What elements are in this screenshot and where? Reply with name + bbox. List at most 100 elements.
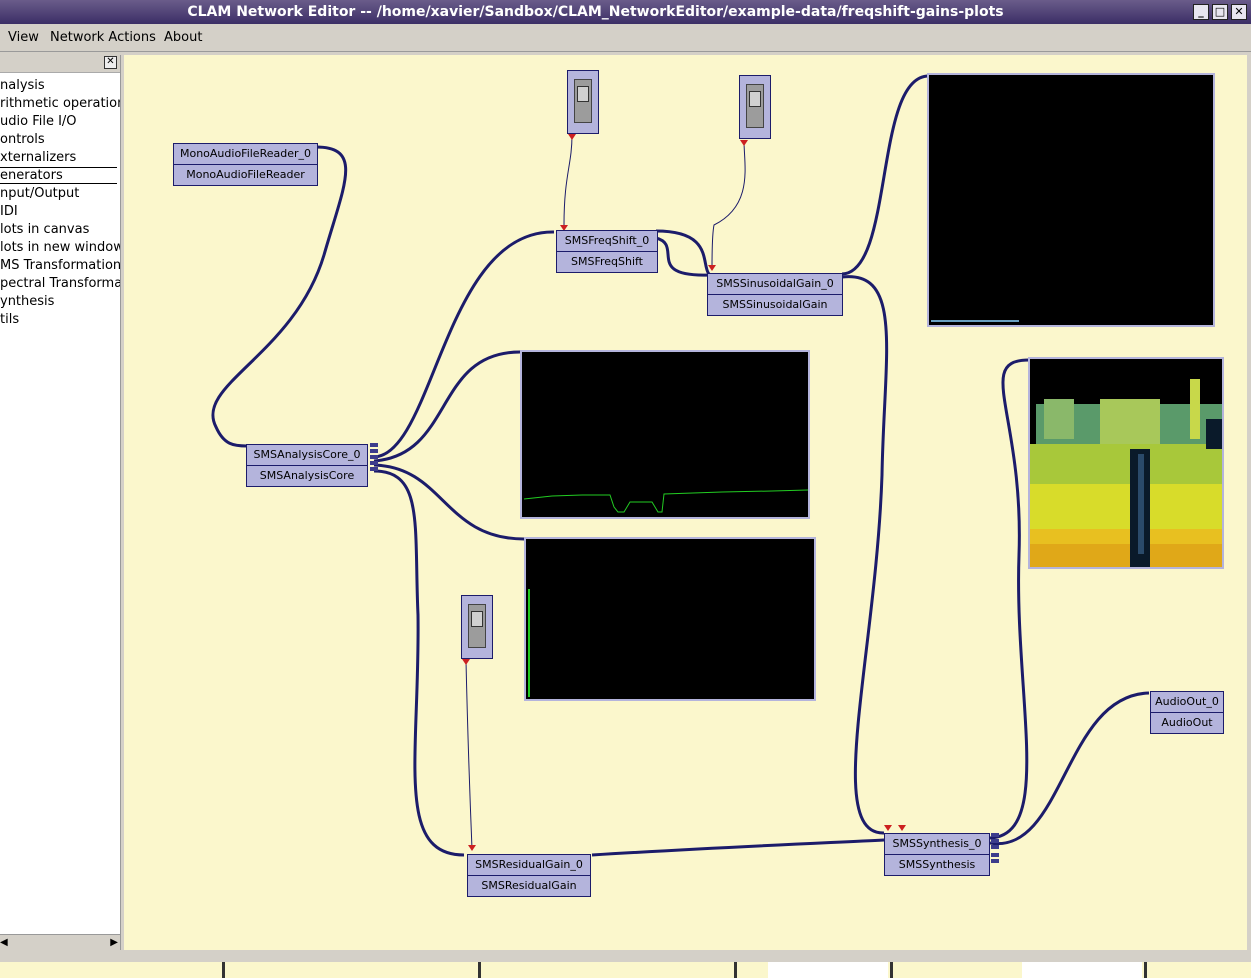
node-name: SMSSynthesis_0 [885, 834, 989, 855]
tree-item-input-output[interactable]: nput/Output [0, 186, 79, 201]
out-port[interactable] [370, 467, 378, 471]
slider-track [468, 604, 486, 648]
control-out-port-2 [740, 140, 748, 146]
node-type: MonoAudioFileReader [186, 168, 305, 181]
tree-item-spectral[interactable]: pectral Transforma [0, 276, 120, 291]
out-port[interactable] [991, 853, 999, 857]
node-type: SMSResidualGain [481, 879, 577, 892]
horizontal-scrollbar[interactable]: ◀ ▶ [0, 934, 120, 950]
node-audioout[interactable]: AudioOut_0 AudioOut [1150, 691, 1224, 734]
tree-item-analysis[interactable]: nalysis [0, 78, 45, 93]
node-name: MonoAudioFileReader_0 [174, 144, 317, 165]
tree-item-generators[interactable]: enerators [0, 167, 117, 184]
node-name: AudioOut_0 [1151, 692, 1223, 713]
wire-sinusoidal-synthesis [841, 275, 889, 835]
slider-track [746, 84, 764, 128]
peaks-plot [520, 350, 810, 519]
node-smsanalysiscore[interactable]: SMSAnalysisCore_0 SMSAnalysisCore [246, 444, 368, 487]
window-title: CLAM Network Editor -- /home/xavier/Sand… [187, 4, 1004, 20]
control-slider-residual[interactable] [461, 595, 493, 659]
tree-item-plots-window[interactable]: lots in new window [0, 240, 120, 255]
out-port[interactable] [991, 839, 999, 843]
plot-trace [523, 489, 809, 513]
control-in-port-synth-2 [898, 825, 906, 831]
out-port[interactable] [370, 455, 378, 459]
control-in-port-sinusoidal [708, 265, 716, 271]
control-in-port-residual [468, 845, 476, 851]
out-port[interactable] [370, 449, 378, 453]
node-smsfreqshift[interactable]: SMSFreqShift_0 SMSFreqShift [556, 230, 658, 273]
tree-item-externalizers[interactable]: xternalizers [0, 150, 76, 165]
slider-track [574, 79, 592, 123]
out-port[interactable] [370, 461, 378, 465]
network-canvas[interactable]: MonoAudioFileReader_0 MonoAudioFileReade… [124, 55, 1247, 950]
spectrum-plot [524, 537, 816, 701]
wire-sinusoidal-plot [841, 74, 930, 276]
tree-item-controls[interactable]: ontrols [0, 132, 45, 147]
wire-analysis-residualgain [373, 469, 465, 857]
divider [890, 962, 893, 978]
tree-item-midi[interactable]: IDI [0, 204, 18, 219]
control-slider-freqshift[interactable] [567, 70, 599, 134]
tree-item-plots-canvas[interactable]: lots in canvas [0, 222, 89, 237]
node-smsresidualgain[interactable]: SMSResidualGain_0 SMSResidualGain [467, 854, 591, 897]
status-bar [0, 952, 1251, 978]
maximize-button[interactable]: □ [1212, 4, 1228, 20]
plot-trace [931, 320, 1019, 322]
tree-item-audio-file-io[interactable]: udio File I/O [0, 114, 77, 129]
control-out-port-1 [568, 134, 576, 140]
out-port[interactable] [370, 443, 378, 447]
out-port[interactable] [991, 859, 999, 863]
close-icon[interactable]: ✕ [104, 56, 117, 69]
node-smssynthesis[interactable]: SMSSynthesis_0 SMSSynthesis [884, 833, 990, 876]
minimize-button[interactable]: _ [1193, 4, 1209, 20]
control-wire-residual [465, 660, 473, 850]
slider-knob[interactable] [749, 91, 761, 107]
node-type: AudioOut [1161, 716, 1213, 729]
slider-knob[interactable] [471, 611, 483, 627]
control-slider-sinusoidal[interactable] [739, 75, 771, 139]
wire-freqshift-sinusoidalgain [655, 229, 717, 279]
control-out-port-3 [462, 659, 470, 665]
divider [1144, 962, 1147, 978]
close-window-button[interactable]: ✕ [1231, 4, 1247, 20]
menu-network-actions[interactable]: Network Actions [50, 30, 156, 45]
divider [222, 962, 225, 978]
node-name: SMSResidualGain_0 [468, 855, 590, 876]
node-name: SMSAnalysisCore_0 [247, 445, 367, 466]
node-type: SMSSynthesis [898, 858, 976, 871]
node-type: SMSAnalysisCore [259, 469, 355, 482]
sinusoidal-spectrum-plot [927, 73, 1215, 327]
divider [734, 962, 737, 978]
scroll-left-icon[interactable]: ◀ [0, 937, 8, 948]
tree-item-arithmetic[interactable]: rithmetic operation [0, 96, 120, 111]
out-port[interactable] [991, 845, 999, 849]
wire-synthesis-audioout [989, 691, 1150, 845]
tree-item-utils[interactable]: tils [0, 312, 19, 327]
wire-residual-synthesis [591, 838, 885, 857]
menu-view[interactable]: View [8, 30, 39, 45]
node-type: SMSSinusoidalGain [722, 298, 828, 311]
control-in-port-synth-1 [884, 825, 892, 831]
window-titlebar: CLAM Network Editor -- /home/xavier/Sand… [0, 0, 1251, 24]
scroll-right-icon[interactable]: ▶ [110, 937, 118, 948]
divider [768, 962, 888, 978]
node-name: SMSFreqShift_0 [557, 231, 657, 252]
node-smssinusoidalgain[interactable]: SMSSinusoidalGain_0 SMSSinusoidalGain [707, 273, 843, 316]
node-type: SMSFreqShift [570, 255, 643, 268]
out-port[interactable] [991, 833, 999, 837]
wire-freqshift-sinusoidalgain-2 [655, 236, 710, 277]
spectrogram-image [1030, 359, 1222, 567]
control-wire-freqshift [563, 134, 573, 226]
wire-reader-analysis [211, 145, 348, 448]
node-monoaudiofilereader[interactable]: MonoAudioFileReader_0 MonoAudioFileReade… [173, 143, 318, 186]
menu-about[interactable]: About [164, 30, 202, 45]
tree-item-sms-transformation[interactable]: MS Transformation [0, 258, 120, 273]
tree-item-synthesis[interactable]: ynthesis [0, 294, 54, 309]
divider [1022, 962, 1142, 978]
panel-header: ✕ [0, 55, 120, 73]
wire-synthesis-spectrogram [989, 358, 1030, 840]
processing-tree-panel: ✕ nalysis rithmetic operation udio File … [0, 55, 121, 950]
plot-trace [528, 589, 530, 697]
slider-knob[interactable] [577, 86, 589, 102]
